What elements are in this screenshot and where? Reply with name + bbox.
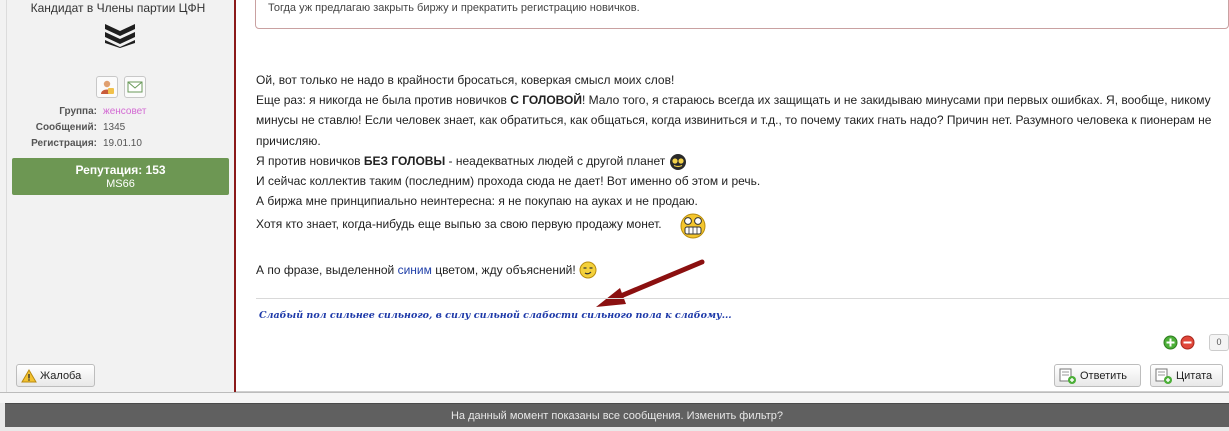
stat-value-posts: 1345 bbox=[103, 122, 126, 133]
message-icon[interactable] bbox=[124, 76, 146, 98]
post-line: И сейчас коллектив таким (последним) про… bbox=[256, 174, 761, 189]
post-bold-text: БЕЗ ГОЛОВЫ bbox=[363, 153, 446, 168]
post-paragraph: А по фразе, выделенной синим цветом, жду… bbox=[256, 260, 1216, 280]
reputation-sub: MS66 bbox=[106, 178, 135, 190]
post-text: Я против новичков bbox=[256, 153, 364, 168]
post-paragraph: Еще раз: я никогда не была против новичк… bbox=[256, 90, 1216, 151]
author-sidebar: Кандидат в Члены партии ЦФН Группа: женс… bbox=[0, 0, 236, 392]
plus-icon[interactable] bbox=[1163, 335, 1178, 350]
change-filter-link[interactable]: Изменить фильтр? bbox=[687, 410, 783, 422]
author-stats: Группа: женсовет Сообщений: 1345 Регистр… bbox=[0, 104, 236, 152]
warning-icon bbox=[21, 368, 37, 382]
post-text: Еще раз: я никогда не была против новичк… bbox=[256, 93, 511, 108]
stat-label: Сообщений: bbox=[35, 122, 97, 133]
signature-divider bbox=[256, 298, 1229, 299]
quote-icon bbox=[1155, 368, 1172, 384]
post-bold-text: С ГОЛОВОЙ bbox=[510, 93, 582, 108]
reputation-badge[interactable]: Репутация: 153 MS66 bbox=[12, 158, 229, 195]
post-line: А биржа мне принципиально неинтересна: я… bbox=[256, 194, 698, 209]
post-text: Хотя кто знает, когда-нибудь еще выпью з… bbox=[256, 217, 662, 232]
post-paragraph: Я против новичков БЕЗ ГОЛОВЫ - неадекват… bbox=[256, 151, 1216, 171]
post-paragraph: Хотя кто знает, когда-нибудь еще выпью з… bbox=[256, 211, 1216, 239]
complaint-label: Жалоба bbox=[40, 369, 82, 382]
author-actions bbox=[96, 76, 146, 98]
stat-value-group[interactable]: женсовет bbox=[103, 104, 146, 120]
post-text: - неадекватных людей с другой планет bbox=[445, 153, 666, 168]
profile-icon[interactable] bbox=[96, 76, 118, 98]
reputation-label: Репутация: 153 bbox=[75, 163, 166, 177]
vote-count: 0 bbox=[1209, 334, 1229, 351]
post-line: Ой, вот только не надо в крайности броса… bbox=[256, 73, 675, 87]
complaint-button[interactable]: Жалоба bbox=[16, 364, 95, 387]
stat-row-group: Группа: женсовет bbox=[0, 104, 236, 120]
post-blue-text: синим bbox=[397, 262, 432, 277]
author-sidebar-panel bbox=[6, 0, 230, 392]
post-text: цветом, жду объяснений! bbox=[431, 262, 576, 277]
author-rank: Кандидат в Члены партии ЦФН bbox=[30, 1, 206, 15]
quote-button[interactable]: Цитата bbox=[1150, 364, 1223, 387]
quoted-text: Тогда уж предлагаю закрыть биржу и прекр… bbox=[268, 2, 640, 14]
vote-controls: 0 bbox=[1163, 334, 1229, 351]
reply-label: Ответить bbox=[1080, 369, 1128, 382]
filter-status-text: На данный момент показаны все сообщения. bbox=[450, 410, 687, 422]
post-body: Ой, вот только не надо в крайности броса… bbox=[256, 70, 1216, 280]
quote-label: Цитата bbox=[1176, 369, 1213, 382]
post-separator bbox=[0, 392, 1229, 403]
minus-icon[interactable] bbox=[1180, 335, 1195, 350]
reply-button[interactable]: Ответить bbox=[1054, 364, 1141, 387]
stat-value-registration: 19.01.10 bbox=[103, 138, 142, 149]
red-arrow-icon bbox=[596, 259, 705, 307]
grinning-smiley-icon bbox=[680, 213, 706, 239]
stat-row-registration: Регистрация: 19.01.10 bbox=[0, 136, 236, 152]
stat-label: Регистрация: bbox=[31, 138, 97, 149]
forum-post: Кандидат в Члены партии ЦФН Группа: женс… bbox=[0, 0, 1229, 392]
stat-row-posts: Сообщений: 1345 bbox=[0, 120, 236, 136]
post-spacer bbox=[256, 239, 1216, 259]
rank-chevrons-icon bbox=[105, 24, 135, 48]
glasses-smiley-icon bbox=[669, 153, 686, 170]
quoted-message: Тогда уж предлагаю закрыть биржу и прекр… bbox=[255, 0, 1229, 29]
stat-label: Группа: bbox=[59, 106, 97, 117]
filter-status-bar: На данный момент показаны все сообщения.… bbox=[5, 403, 1229, 427]
reply-icon bbox=[1059, 368, 1076, 384]
post-text: А по фразе, выделенной bbox=[256, 262, 398, 277]
signature: Слабый пол сильнее сильного, в силу силь… bbox=[259, 310, 732, 321]
